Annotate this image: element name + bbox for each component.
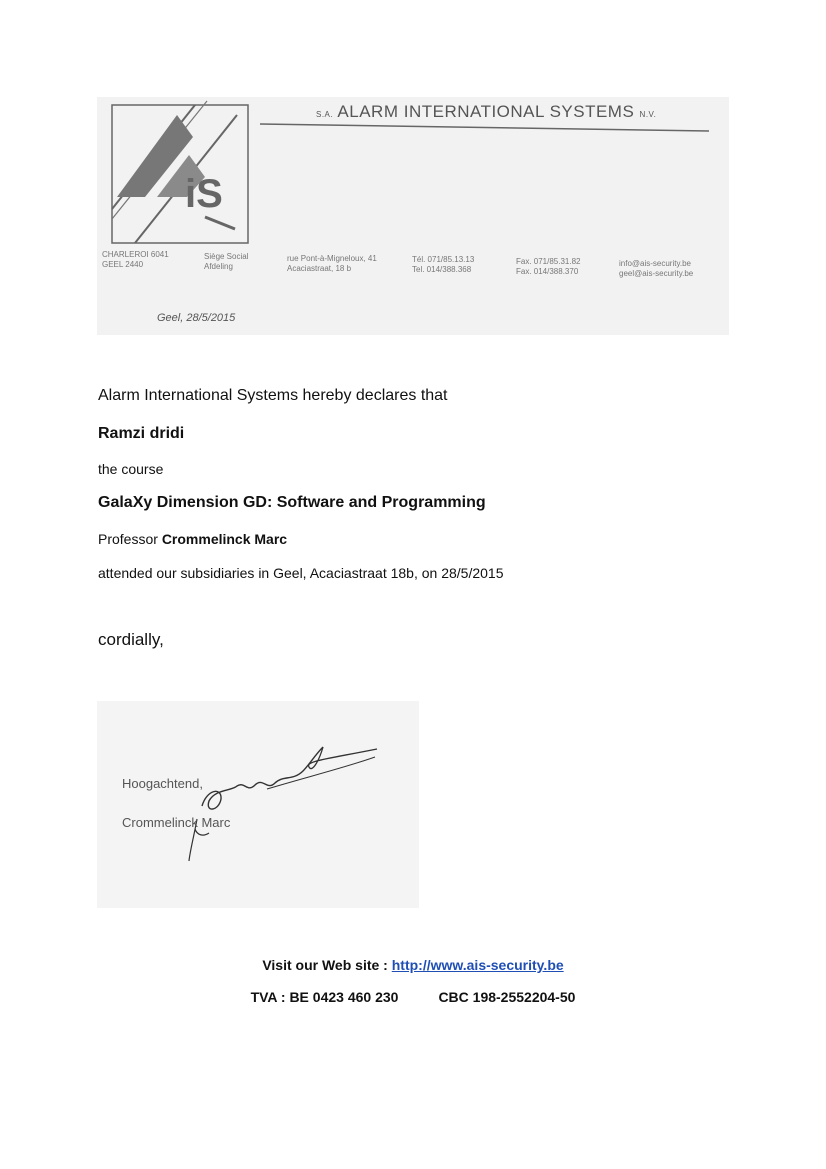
course-label: the course — [98, 461, 164, 477]
professor-label: Professor — [98, 531, 158, 547]
company-title: ALARM INTERNATIONAL SYSTEMS — [337, 102, 635, 121]
office-branch: Afdeling — [204, 262, 233, 271]
office-main: Siège Social — [204, 252, 249, 261]
address-phones: Tél. 071/85.13.13 Tel. 014/388.368 — [412, 255, 474, 275]
fax-geel: Fax. 014/388.370 — [516, 267, 579, 276]
fax-charleroi: Fax. 071/85.31.82 — [516, 257, 581, 266]
handwritten-signature — [188, 746, 378, 862]
svg-text:iS: iS — [185, 172, 223, 216]
professor-line: Professor Crommelinck Marc — [98, 531, 287, 547]
city-charleroi: CHARLEROI 6041 — [102, 250, 169, 259]
city-geel: GEEL 2440 — [102, 260, 144, 269]
signature-greeting: Hoogachtend, — [122, 776, 203, 791]
declaration-text: Alarm International Systems hereby decla… — [98, 387, 448, 404]
address-emails: info@ais-security.be geel@ais-security.b… — [619, 259, 693, 279]
footer-registration: TVA : BE 0423 460 230 CBC 198-2552204-50 — [0, 989, 826, 1005]
cbc-number: CBC 198-2552204-50 — [438, 989, 576, 1005]
street-geel: Acaciastraat, 18 b — [287, 264, 352, 273]
professor-name: Crommelinck Marc — [161, 531, 288, 547]
company-suffix: N.V. — [639, 110, 657, 119]
closing-text: cordially, — [98, 630, 164, 649]
website-link[interactable]: http://www.ais-security.be — [392, 957, 564, 973]
ais-logo: iS — [111, 100, 710, 244]
attendance-text: attended our subsidiaries in Geel, Acaci… — [98, 565, 504, 581]
letter-date: Geel, 28/5/2015 — [157, 312, 236, 324]
email-geel: geel@ais-security.be — [619, 269, 694, 278]
address-streets: rue Pont-à-Migneloux, 41 Acaciastraat, 1… — [287, 254, 377, 274]
web-label: Visit our Web site : — [262, 957, 388, 973]
phone-geel: Tel. 014/388.368 — [412, 265, 472, 274]
email-info: info@ais-security.be — [619, 259, 691, 268]
address-cities: CHARLEROI 6041 GEEL 2440 — [102, 250, 169, 270]
signature-block: Hoogachtend, Crommelinck Marc — [97, 701, 419, 908]
recipient-name: Ramzi dridi — [98, 425, 185, 442]
company-prefix: S.A. — [316, 110, 334, 119]
street-charleroi: rue Pont-à-Migneloux, 41 — [287, 254, 377, 263]
phone-charleroi: Tél. 071/85.13.13 — [412, 255, 475, 264]
company-name: S.A. ALARM INTERNATIONAL SYSTEMS N.V. — [316, 102, 656, 122]
address-faxes: Fax. 071/85.31.82 Fax. 014/388.370 — [516, 257, 581, 277]
footer-website: Visit our Web site : http://www.ais-secu… — [0, 957, 826, 973]
address-offices: Siège Social Afdeling — [204, 252, 248, 272]
course-title: GalaXy Dimension GD: Software and Progra… — [98, 494, 486, 511]
letterhead: iS S.A. ALARM INTERNATIONAL SYSTEMS N.V.… — [97, 97, 729, 335]
tva-number: TVA : BE 0423 460 230 — [250, 989, 399, 1005]
signature-signer: Crommelinck Marc — [122, 815, 231, 830]
